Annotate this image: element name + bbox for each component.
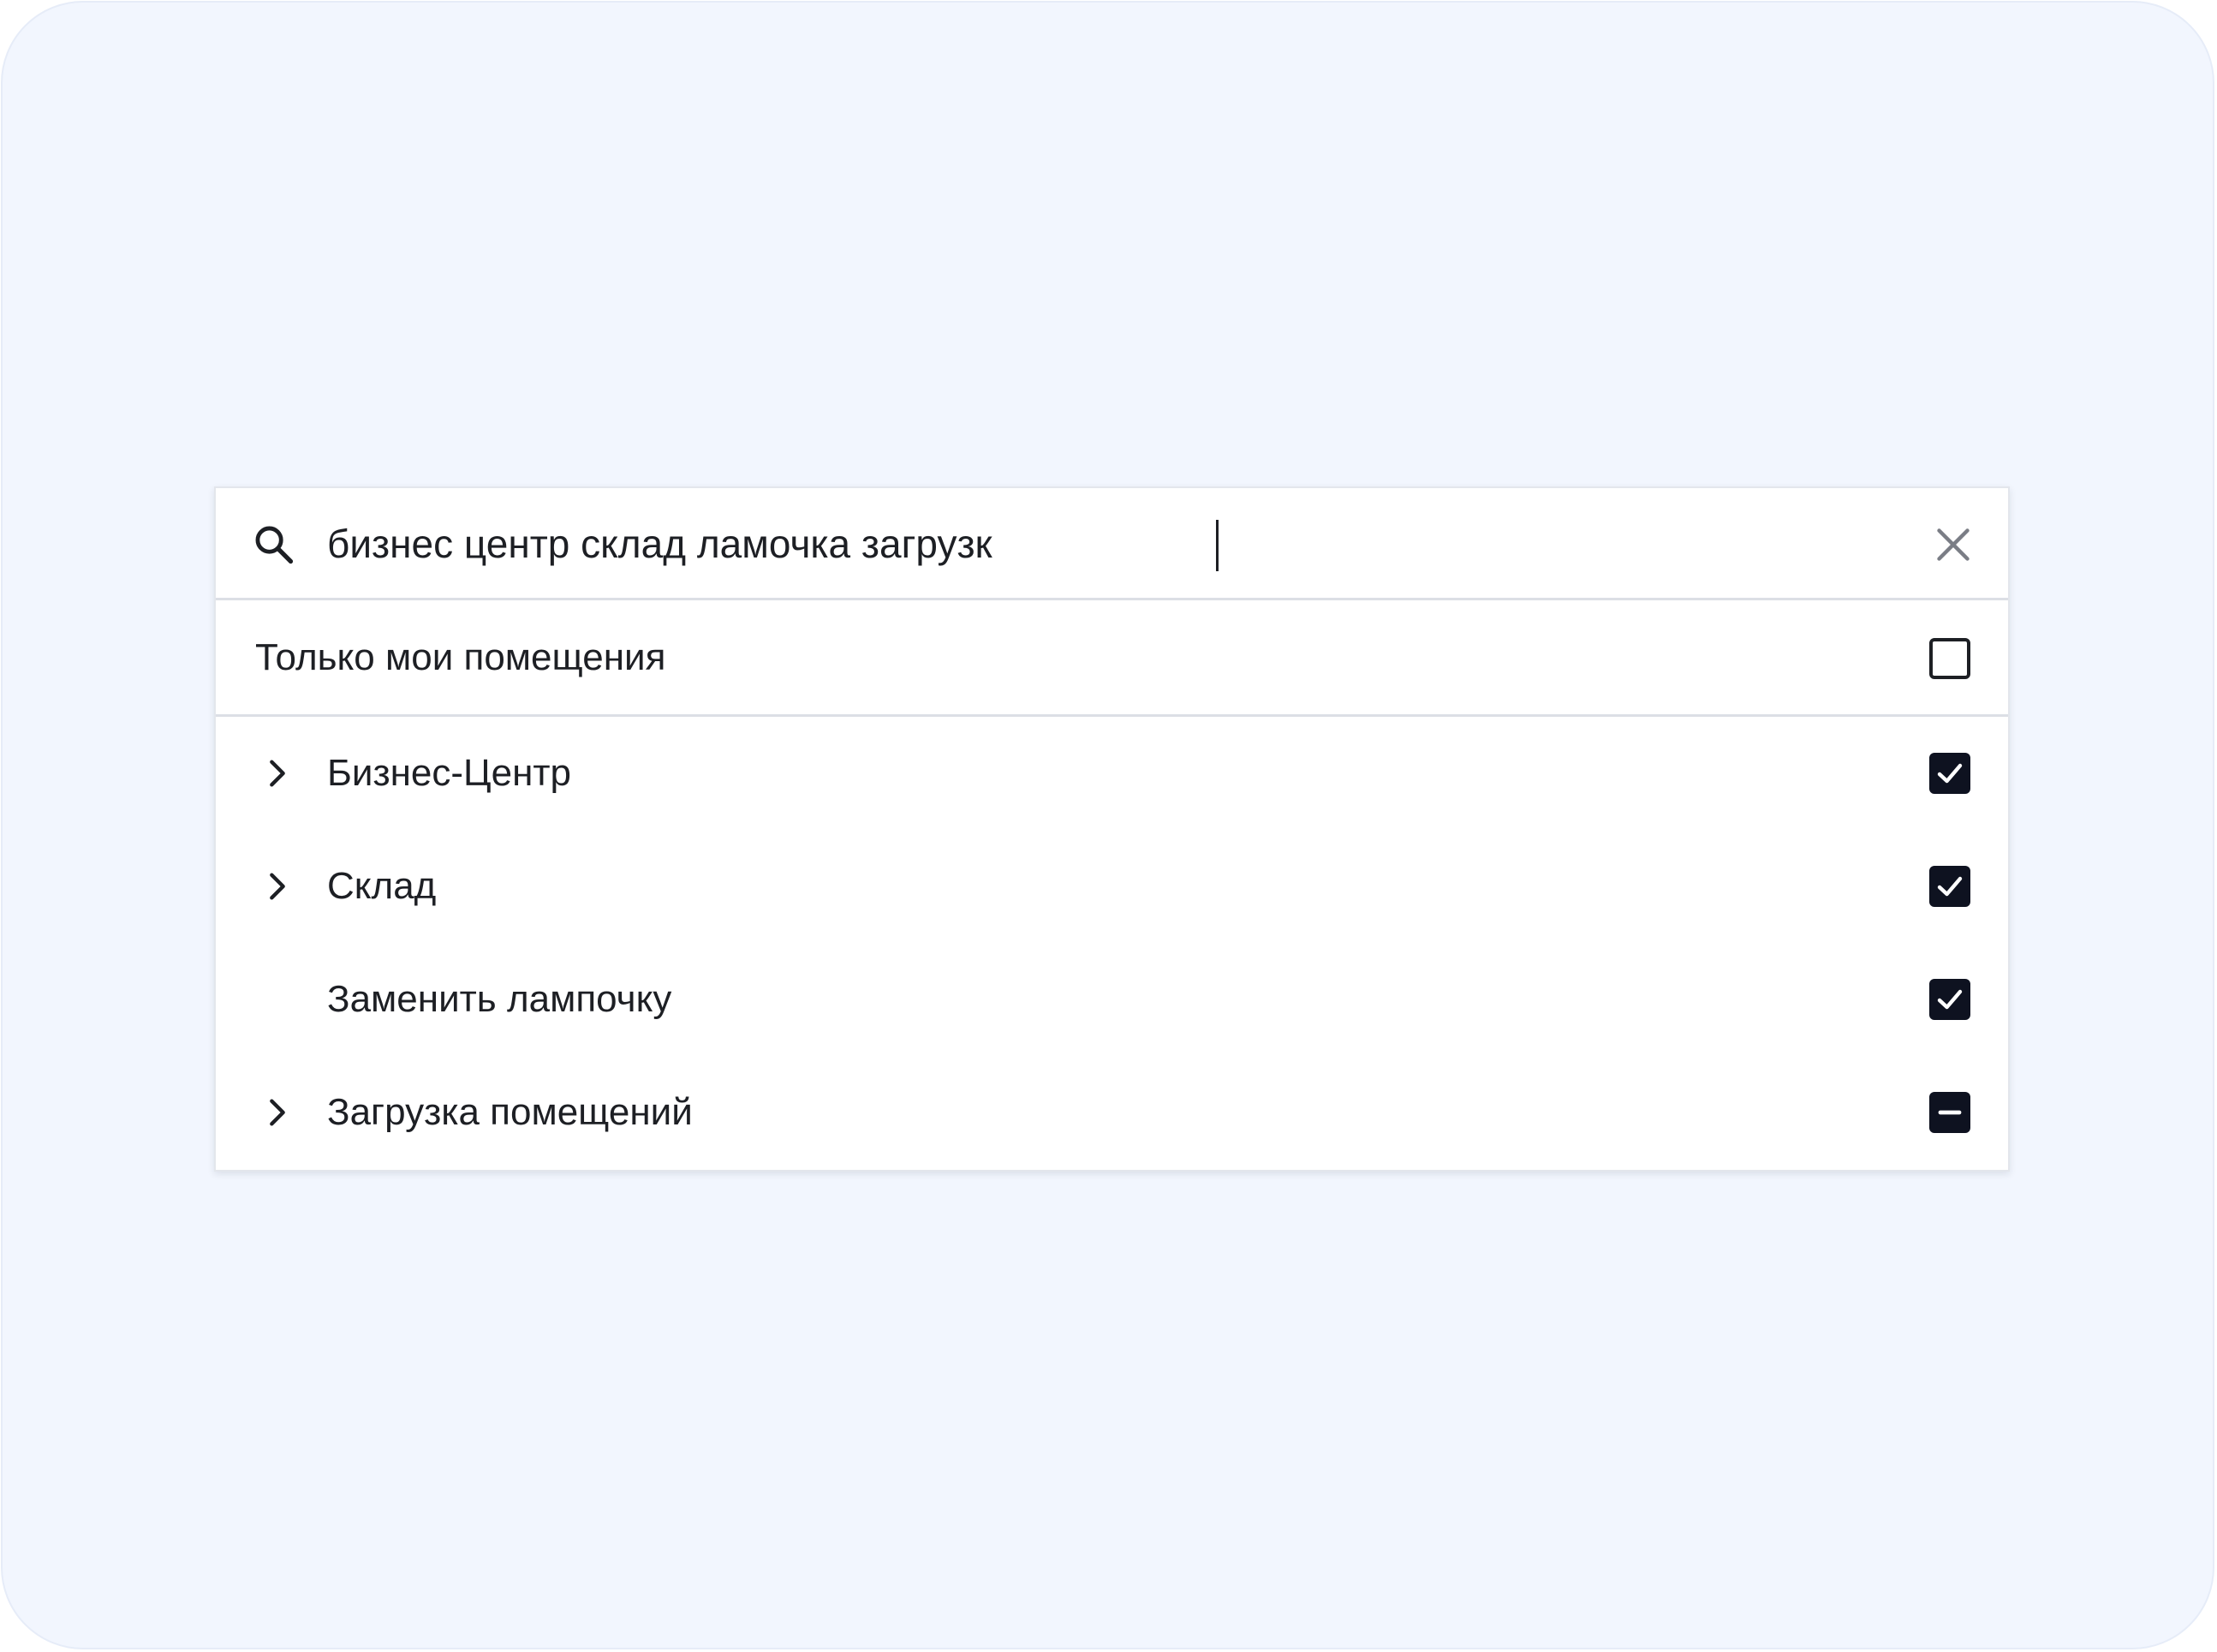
check-icon	[1937, 876, 1963, 897]
only-my-rooms-checkbox[interactable]	[1929, 638, 1970, 679]
chevron-right-icon[interactable]	[260, 756, 295, 790]
page-background: Только мои помещения Бизнес-Центр Склад	[1, 1, 2214, 1649]
check-icon	[1937, 763, 1963, 784]
list-item-label: Загрузка помещений	[327, 1091, 693, 1133]
text-caret	[1216, 520, 1219, 571]
only-my-rooms-row[interactable]: Только мои помещения	[216, 600, 2008, 717]
minus-icon	[1938, 1110, 1962, 1115]
room-filter-panel: Только мои помещения Бизнес-Центр Склад	[214, 486, 2010, 1172]
list-item-label: Склад	[327, 865, 437, 907]
search-bar	[216, 488, 2008, 600]
list-item-business-center[interactable]: Бизнес-Центр	[216, 717, 2008, 830]
list-item-replace-bulb[interactable]: Заменить лампочку	[216, 943, 2008, 1056]
list-item-warehouse[interactable]: Склад	[216, 830, 2008, 943]
search-icon	[255, 526, 294, 564]
item-checkbox-checked[interactable]	[1929, 753, 1970, 794]
item-checkbox-indeterminate[interactable]	[1929, 1092, 1970, 1133]
search-input[interactable]	[327, 507, 1783, 581]
item-checkbox-checked[interactable]	[1929, 866, 1970, 907]
close-icon[interactable]	[1934, 526, 1972, 564]
list-item-room-loading[interactable]: Загрузка помещений	[216, 1056, 2008, 1169]
chevron-right-icon[interactable]	[260, 869, 295, 904]
only-my-rooms-label: Только мои помещения	[255, 636, 666, 678]
list-item-label: Бизнес-Центр	[327, 752, 571, 794]
list-item-label: Заменить лампочку	[327, 978, 672, 1020]
item-checkbox-checked[interactable]	[1929, 979, 1970, 1020]
check-icon	[1937, 989, 1963, 1010]
chevron-right-icon[interactable]	[260, 1095, 295, 1130]
